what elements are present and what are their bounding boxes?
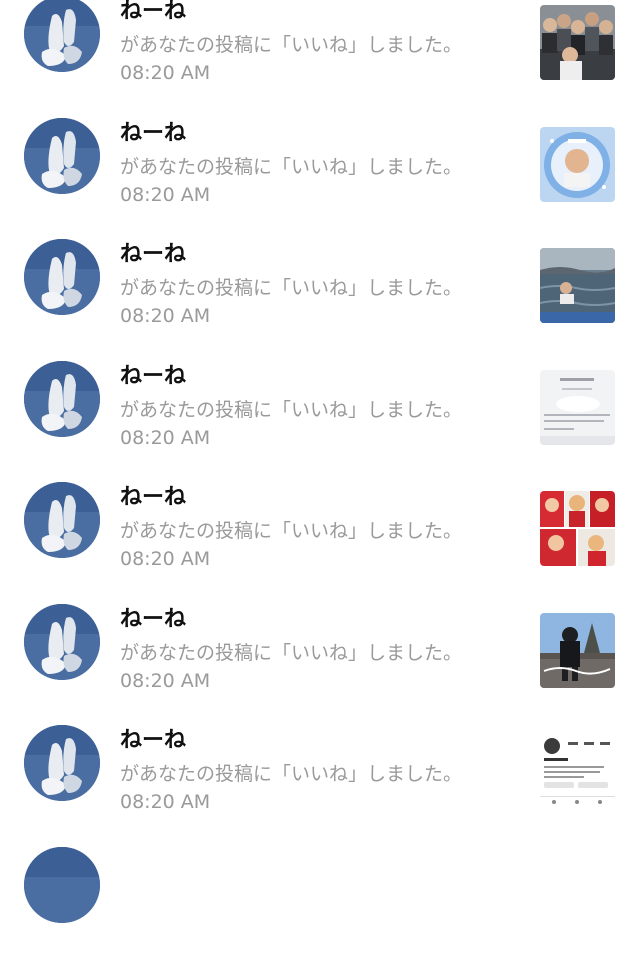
avatar[interactable]: [24, 239, 100, 315]
user-name[interactable]: ねーね: [120, 484, 186, 512]
notification-item[interactable]: ねーね があなたの投稿に「いいね」しました。 08:20 AM: [0, 118, 640, 240]
timestamp: 08:20 AM: [120, 425, 210, 451]
post-thumbnail[interactable]: [540, 613, 615, 688]
post-thumbnail[interactable]: [540, 491, 615, 566]
notification-item[interactable]: ねーね があなたの投稿に「いいね」しました。 08:20 AM: [0, 725, 640, 847]
notification-item[interactable]: ねーね があなたの投稿に「いいね」しました。 08:20 AM: [0, 604, 640, 726]
like-message: があなたの投稿に「いいね」しました。: [120, 397, 462, 423]
avatar[interactable]: [24, 847, 100, 923]
like-message: があなたの投稿に「いいね」しました。: [120, 32, 462, 58]
notification-list: ねーね があなたの投稿に「いいね」しました。 08:20 AM: [0, 0, 640, 968]
post-thumbnail[interactable]: [540, 734, 615, 809]
notification-item[interactable]: ねーね があなたの投稿に「いいね」しました。 08:20 AM: [0, 0, 640, 118]
post-thumbnail[interactable]: [540, 5, 615, 80]
notification-item[interactable]: ねーね があなたの投稿に「いいね」しました。 08:20 AM: [0, 239, 640, 361]
user-name[interactable]: ねーね: [120, 241, 186, 269]
notification-item[interactable]: ねーね があなたの投稿に「いいね」しました。 08:20 AM: [0, 361, 640, 483]
like-message: があなたの投稿に「いいね」しました。: [120, 518, 462, 544]
notification-item[interactable]: ねーね があなたの投稿に「いいね」しました。 08:20 AM: [0, 482, 640, 604]
like-message: があなたの投稿に「いいね」しました。: [120, 640, 462, 666]
notification-item[interactable]: [0, 847, 640, 968]
timestamp: 08:20 AM: [120, 789, 210, 815]
like-message: があなたの投稿に「いいね」しました。: [120, 154, 462, 180]
like-message: があなたの投稿に「いいね」しました。: [120, 275, 462, 301]
avatar[interactable]: [24, 725, 100, 801]
avatar[interactable]: [24, 604, 100, 680]
avatar[interactable]: [24, 0, 100, 72]
user-name[interactable]: ねーね: [120, 727, 186, 755]
timestamp: 08:20 AM: [120, 182, 210, 208]
avatar[interactable]: [24, 482, 100, 558]
post-thumbnail[interactable]: [540, 248, 615, 323]
avatar[interactable]: [24, 118, 100, 194]
user-name[interactable]: ねーね: [120, 363, 186, 391]
like-message: があなたの投稿に「いいね」しました。: [120, 761, 462, 787]
timestamp: 08:20 AM: [120, 546, 210, 572]
user-name[interactable]: ねーね: [120, 120, 186, 148]
avatar[interactable]: [24, 361, 100, 437]
user-name[interactable]: ねーね: [120, 606, 186, 634]
user-name[interactable]: ねーね: [120, 0, 186, 26]
timestamp: 08:20 AM: [120, 303, 210, 329]
post-thumbnail[interactable]: [540, 127, 615, 202]
timestamp: 08:20 AM: [120, 60, 210, 86]
timestamp: 08:20 AM: [120, 668, 210, 694]
post-thumbnail[interactable]: [540, 370, 615, 445]
